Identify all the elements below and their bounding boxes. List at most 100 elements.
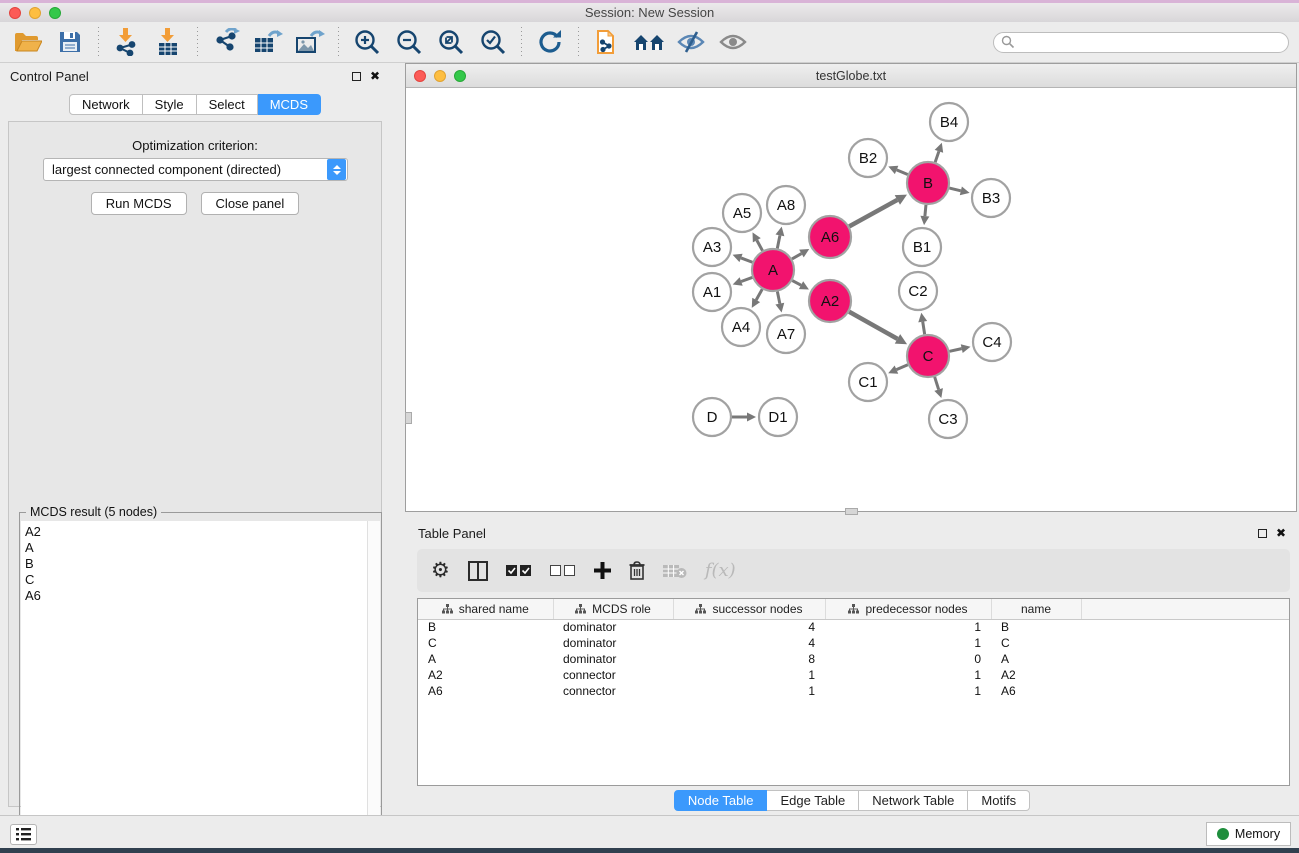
table-cell[interactable]: dominator [553,651,673,667]
result-item[interactable]: A2 [25,524,380,540]
edge-A-A2[interactable] [792,281,801,286]
table-row[interactable]: A6connector11A6 [418,683,1289,699]
table-cell[interactable]: A6 [991,683,1081,699]
function-builder-button[interactable]: f(x) [705,560,736,581]
edge-A-A6[interactable] [792,254,801,259]
table-cell[interactable]: 1 [673,683,825,699]
tab-network[interactable]: Network [69,94,143,115]
table-cell[interactable]: C [991,635,1081,651]
tab-edge-table[interactable]: Edge Table [767,790,859,811]
table-cell[interactable]: A2 [418,667,553,683]
import-table-button[interactable] [153,27,185,57]
node-table[interactable]: shared nameMCDS rolesuccessor nodesprede… [417,598,1290,786]
table-cell[interactable]: connector [553,683,673,699]
memory-button[interactable]: Memory [1206,822,1291,846]
criterion-select[interactable]: largest connected component (directed) [43,158,348,181]
table-row[interactable]: A2connector11A2 [418,667,1289,683]
mcds-result-list[interactable]: A2ABCA6 [21,521,380,853]
zoom-fit-button[interactable] [435,27,467,57]
table-cell[interactable]: 1 [673,667,825,683]
column-header-MCDS-role[interactable]: MCDS role [553,599,673,619]
edge-C-C1[interactable] [896,365,907,370]
edge-B-B3[interactable] [949,188,960,191]
table-cell[interactable]: B [418,619,553,635]
table-cell[interactable]: A [418,651,553,667]
network-window-titlebar[interactable]: testGlobe.txt [406,64,1296,88]
splitter-handle-left[interactable] [405,412,412,424]
export-image-button[interactable] [294,27,326,57]
edge-B-B2[interactable] [897,170,908,175]
edge-A2-C[interactable] [849,312,897,339]
table-cell[interactable]: C [418,635,553,651]
edge-A-A4[interactable] [756,289,762,300]
table-cell[interactable]: connector [553,667,673,683]
show-eye-button[interactable] [717,27,749,57]
save-session-button[interactable] [54,27,86,57]
tab-style[interactable]: Style [143,94,197,115]
table-cell[interactable]: 1 [825,667,991,683]
column-header-successor-nodes[interactable]: successor nodes [673,599,825,619]
search-input[interactable] [1015,35,1288,49]
delete-column-button[interactable] [629,561,645,580]
float-table-panel-icon[interactable] [1258,529,1267,538]
edge-A-A3[interactable] [741,258,752,262]
table-cell[interactable]: dominator [553,619,673,635]
open-session-button[interactable] [12,27,44,57]
table-cell[interactable]: 8 [673,651,825,667]
edge-C-C4[interactable] [949,349,961,352]
table-cell[interactable]: 4 [673,619,825,635]
tab-node-table[interactable]: Node Table [674,790,768,811]
home-button[interactable] [633,27,665,57]
show-columns-button[interactable] [468,561,488,581]
tab-motifs[interactable]: Motifs [968,790,1030,811]
table-cell[interactable]: A6 [418,683,553,699]
add-column-button[interactable] [594,562,611,579]
zoom-in-button[interactable] [351,27,383,57]
table-cell[interactable]: B [991,619,1081,635]
table-row[interactable]: Cdominator41C [418,635,1289,651]
table-cell[interactable]: A [991,651,1081,667]
run-mcds-button[interactable]: Run MCDS [91,192,187,215]
export-table-button[interactable] [252,27,284,57]
edge-C-C2[interactable] [923,322,925,335]
tab-select[interactable]: Select [197,94,258,115]
table-cell[interactable]: 1 [825,683,991,699]
select-all-button[interactable] [506,565,532,577]
edge-B-B4[interactable] [935,151,939,162]
edge-B-B1[interactable] [925,205,926,216]
close-panel-icon[interactable]: ✖ [370,70,380,82]
zoom-out-button[interactable] [393,27,425,57]
network-graph[interactable]: B4B2BB3B1A5A8A6A3AA1A2A4A7C2C4CC1C3DD1 [406,88,1296,511]
splitter-handle-bottom[interactable] [845,508,858,515]
table-cell[interactable]: 1 [825,619,991,635]
close-table-panel-icon[interactable]: ✖ [1276,527,1286,539]
tab-network-table[interactable]: Network Table [859,790,968,811]
table-cell[interactable]: A2 [991,667,1081,683]
hide-eye-button[interactable] [675,27,707,57]
edge-A-A8[interactable] [777,235,780,248]
edge-C-C3[interactable] [935,377,939,389]
table-settings-button[interactable]: ⚙ [431,560,450,581]
delete-table-button[interactable] [663,563,687,579]
edge-A6-B[interactable] [849,200,897,226]
column-header-shared-name[interactable]: shared name [418,599,553,619]
zoom-selected-button[interactable] [477,27,509,57]
search-field[interactable] [993,32,1289,53]
table-cell[interactable]: 0 [825,651,991,667]
table-row[interactable]: Bdominator41B [418,619,1289,635]
network-document-button[interactable] [591,27,623,57]
edge-A-A5[interactable] [757,240,763,250]
column-header-name[interactable]: name [991,599,1081,619]
tab-mcds[interactable]: MCDS [258,94,321,115]
edge-A-A7[interactable] [777,292,779,304]
table-cell[interactable]: 1 [825,635,991,651]
result-item[interactable]: A6 [25,588,380,604]
result-list-scrollbar[interactable] [367,521,380,853]
export-network-button[interactable] [210,27,242,57]
deselect-all-button[interactable] [550,565,576,577]
title-bar[interactable]: Session: New Session [0,3,1299,22]
result-item[interactable]: C [25,572,380,588]
result-item[interactable]: B [25,556,380,572]
float-panel-icon[interactable] [352,72,361,81]
result-item[interactable]: A [25,540,380,556]
